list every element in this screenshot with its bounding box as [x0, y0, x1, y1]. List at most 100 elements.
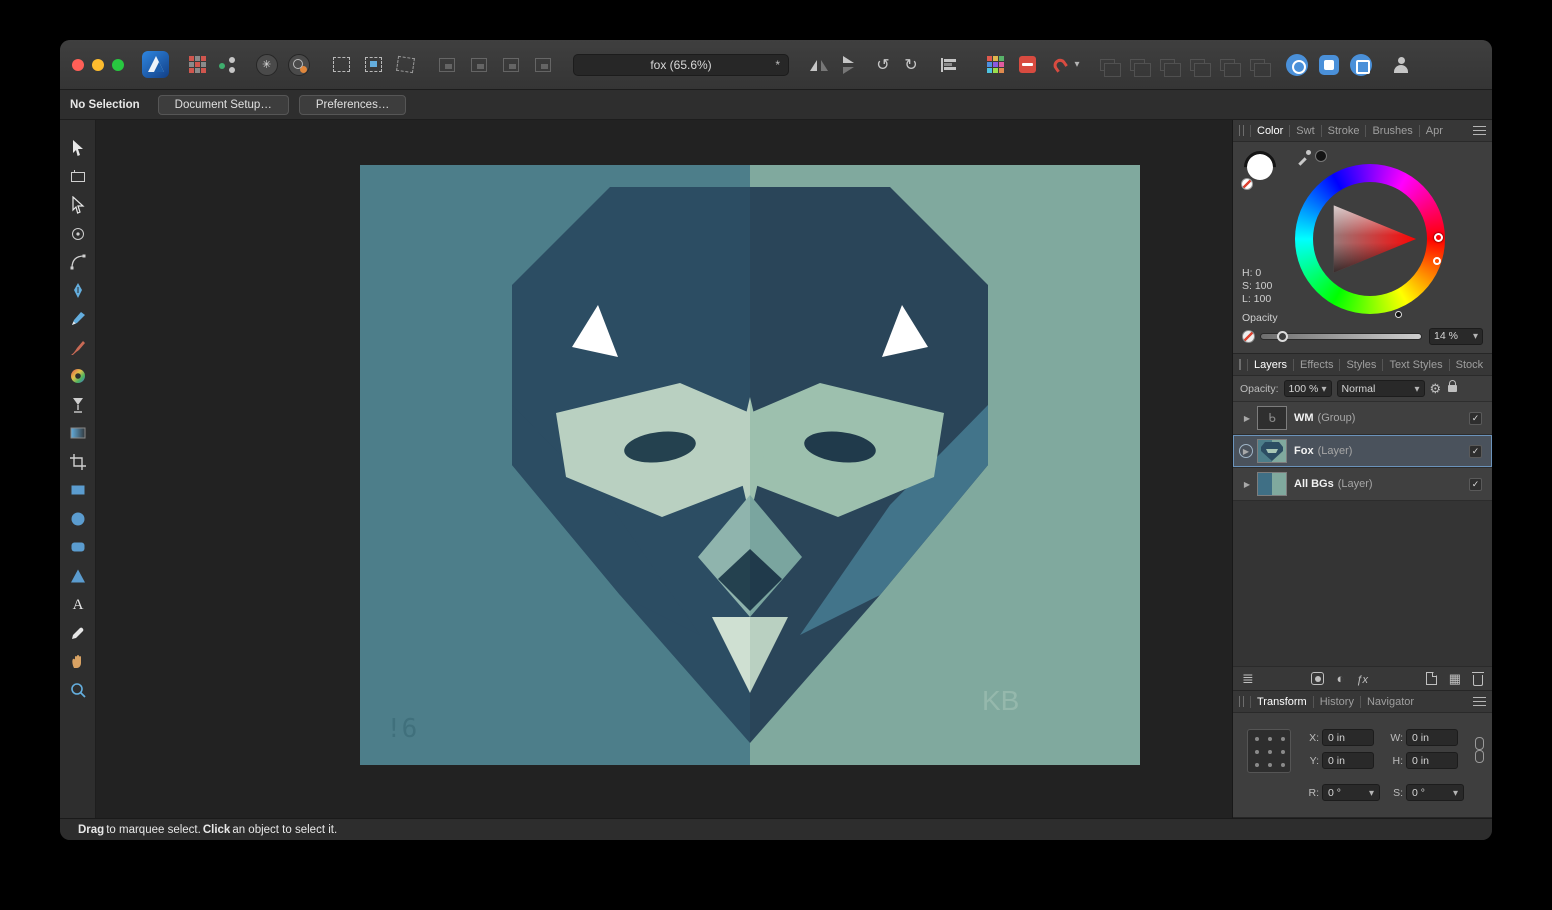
layer-visibility-checkbox[interactable]: ✓ [1469, 412, 1482, 425]
op-combine-icon[interactable] [1215, 53, 1239, 77]
layer-thumbnail[interactable] [1257, 472, 1287, 496]
insert-inside-icon[interactable] [499, 53, 523, 77]
tab-history[interactable]: History [1313, 696, 1360, 708]
disclosure-triangle-icon[interactable] [1239, 414, 1255, 423]
panel-grip-icon[interactable] [1239, 359, 1241, 370]
tab-brushes[interactable]: Brushes [1365, 125, 1418, 137]
snapping-preset-icon[interactable] [1015, 53, 1039, 77]
r-input[interactable]: 0 ° [1322, 784, 1380, 801]
s-input[interactable]: 0 ° [1406, 784, 1464, 801]
panel-menu-icon[interactable] [1473, 697, 1486, 706]
close-button[interactable] [72, 59, 84, 71]
hand-tool[interactable] [61, 647, 95, 676]
crop-tool[interactable] [61, 448, 95, 477]
triangle-tool[interactable] [61, 562, 95, 591]
color-swatch-grid-icon[interactable] [983, 53, 1007, 77]
pen-tool[interactable] [61, 277, 95, 306]
anchor-point-selector[interactable] [1247, 729, 1291, 773]
flip-vertical-icon[interactable] [837, 53, 861, 77]
snapping-magnet-icon[interactable] [1047, 53, 1071, 77]
tab-layers[interactable]: Layers [1247, 359, 1293, 371]
layer-row-fox[interactable]: Fox (Layer) ✓ [1233, 435, 1492, 468]
zoom-button[interactable] [112, 59, 124, 71]
preferences-button[interactable]: Preferences… [299, 95, 407, 115]
alignment-icon[interactable] [937, 53, 961, 77]
transform-mode-icon[interactable] [393, 53, 417, 77]
snapping-caret-icon[interactable] [1071, 53, 1083, 77]
pixel-persona-icon[interactable] [185, 53, 209, 77]
lock-icon[interactable] [1448, 385, 1457, 392]
panel-menu-icon[interactable] [1473, 126, 1486, 135]
disclosure-triangle-icon[interactable] [1239, 480, 1255, 489]
tab-navigator[interactable]: Navigator [1360, 696, 1420, 708]
op-intersect-icon[interactable] [1155, 53, 1179, 77]
node-tool[interactable] [61, 191, 95, 220]
tab-swatches[interactable]: Swt [1289, 125, 1320, 137]
ellipse-tool[interactable] [61, 505, 95, 534]
layer-visibility-checkbox[interactable]: ✓ [1469, 445, 1482, 458]
insert-replace-icon[interactable] [531, 53, 555, 77]
cloud-circle-icon[interactable] [1349, 53, 1373, 77]
fox-artwork[interactable]: !6 KB [360, 165, 1140, 765]
canvas[interactable]: !6 KB [96, 120, 1232, 818]
insert-behind-icon[interactable] [435, 53, 459, 77]
eyedropper-icon[interactable] [1297, 150, 1311, 164]
minimize-button[interactable] [92, 59, 104, 71]
h-input[interactable]: 0 in [1406, 752, 1458, 769]
tab-transform[interactable]: Transform [1250, 696, 1313, 708]
rotate-ccw-icon[interactable]: ↺ [871, 53, 895, 77]
adjustment-layer-icon[interactable] [1336, 671, 1344, 686]
export-persona-icon[interactable] [215, 53, 239, 77]
disclosure-triangle-circled-icon[interactable] [1239, 444, 1253, 458]
marquee-select-icon[interactable] [329, 53, 353, 77]
blend-mode-dropdown[interactable]: Normal [1337, 380, 1425, 397]
op-add-icon[interactable] [1095, 53, 1119, 77]
layer-thumbnail[interactable] [1257, 406, 1287, 430]
layer-thumbnail[interactable] [1257, 439, 1287, 463]
mask-layer-icon[interactable] [1311, 672, 1324, 685]
tab-text-styles[interactable]: Text Styles [1382, 359, 1448, 371]
fill-tool[interactable] [61, 391, 95, 420]
delete-layer-icon[interactable] [1473, 675, 1483, 686]
account-person-icon[interactable] [1389, 53, 1413, 77]
move-tool[interactable] [61, 134, 95, 163]
layer-row-all-bgs[interactable]: All BGs (Layer) ✓ [1233, 468, 1492, 501]
flip-horizontal-icon[interactable] [807, 53, 831, 77]
color-picker-tool[interactable] [61, 619, 95, 648]
layer-row-wm[interactable]: WM (Group) ✓ [1233, 402, 1492, 435]
point-transform-tool[interactable] [61, 220, 95, 249]
asset-badge-icon[interactable] [255, 53, 279, 77]
zoom-tool[interactable] [61, 676, 95, 705]
link-dimensions-icon[interactable] [1475, 737, 1483, 763]
x-input[interactable]: 0 in [1322, 729, 1374, 746]
color-palette-tool[interactable] [61, 362, 95, 391]
opacity-value-dropdown[interactable]: 14 % [1429, 328, 1483, 345]
layer-effects-icon[interactable] [1356, 671, 1368, 686]
app-store-icon[interactable] [1317, 53, 1341, 77]
no-fill-icon[interactable] [1241, 178, 1253, 190]
document-title-dropdown[interactable]: fox (65.6%) * [573, 54, 789, 76]
insert-on-top-icon[interactable] [467, 53, 491, 77]
pencil-tool[interactable] [61, 305, 95, 334]
op-subtract-icon[interactable] [1125, 53, 1149, 77]
secondary-color-swatch[interactable] [1315, 150, 1327, 162]
opacity-slider[interactable] [1260, 333, 1422, 340]
panel-grip-icon[interactable] [1239, 696, 1244, 707]
op-divide-icon[interactable] [1185, 53, 1209, 77]
tab-appearance[interactable]: Apr [1419, 125, 1449, 137]
marquee-layer-icon[interactable] [361, 53, 385, 77]
tab-stroke[interactable]: Stroke [1321, 125, 1366, 137]
sl-marker[interactable] [1433, 257, 1441, 265]
document-setup-button[interactable]: Document Setup… [158, 95, 289, 115]
edit-all-layers-icon[interactable] [1242, 670, 1254, 687]
panel-grip-icon[interactable] [1239, 125, 1244, 136]
new-layer-icon[interactable] [1426, 672, 1437, 685]
transparency-tool[interactable] [61, 419, 95, 448]
hue-marker[interactable] [1434, 233, 1443, 242]
layer-settings-gear-icon[interactable] [1430, 381, 1442, 397]
share-circle-icon[interactable] [1285, 53, 1309, 77]
rounded-rectangle-tool[interactable] [61, 533, 95, 562]
layers-opacity-dropdown[interactable]: 100 % [1284, 380, 1332, 397]
stock-badge-icon[interactable] [287, 53, 311, 77]
hue-wheel[interactable] [1295, 164, 1445, 314]
